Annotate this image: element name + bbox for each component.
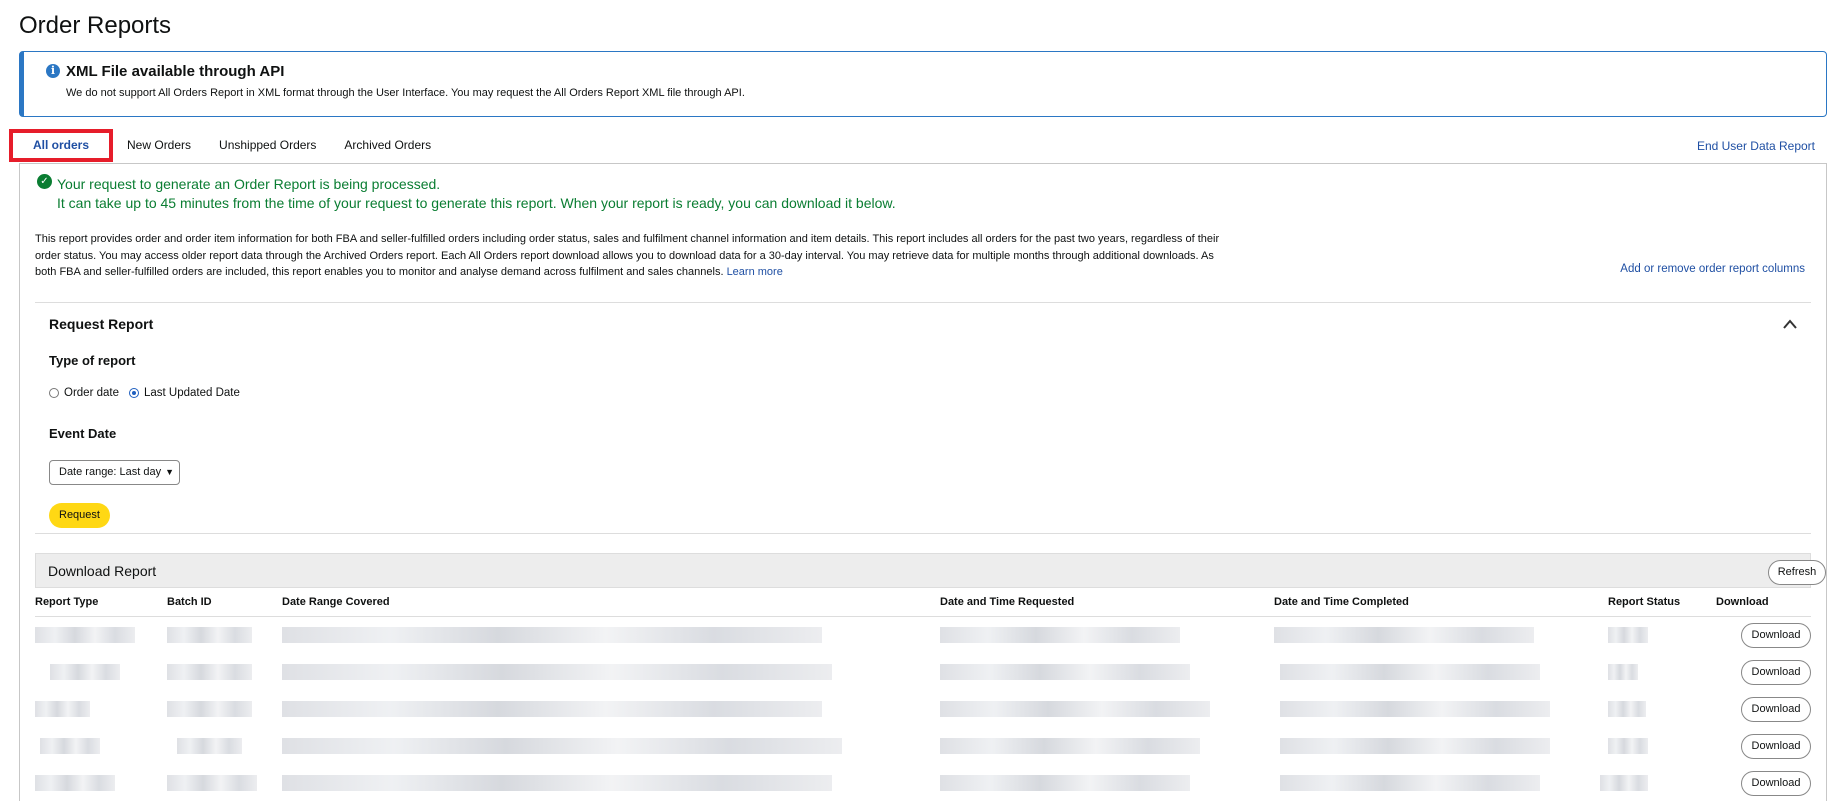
report-description-text: This report provides order and order ite…: [35, 233, 1220, 278]
tab-new-orders[interactable]: New Orders: [113, 129, 205, 162]
redacted-cell: [1280, 775, 1540, 791]
learn-more-link[interactable]: Learn more: [727, 266, 783, 278]
tab-archived-orders[interactable]: Archived Orders: [330, 129, 445, 162]
add-remove-columns-link[interactable]: Add or remove order report columns: [1620, 263, 1805, 275]
redacted-cell: [1280, 664, 1540, 680]
download-button[interactable]: Download: [1741, 623, 1811, 648]
info-banner-text: We do not support All Orders Report in X…: [66, 87, 745, 99]
info-icon: i: [46, 64, 60, 78]
column-header-report-status: Report Status: [1608, 596, 1681, 608]
column-header-report-type: Report Type: [35, 596, 99, 608]
redacted-cell: [282, 664, 832, 680]
table-row: Download: [35, 617, 1811, 654]
redacted-cell: [282, 701, 822, 717]
redacted-cell: [940, 701, 1210, 717]
redacted-cell: [940, 775, 1190, 791]
table-row: Download: [35, 654, 1811, 691]
report-description: This report provides order and order ite…: [35, 231, 1225, 281]
redacted-cell: [1608, 664, 1638, 680]
type-of-report-label: Type of report: [49, 353, 136, 368]
redacted-cell: [1280, 701, 1550, 717]
report-tabs: All orders New Orders Unshipped Orders A…: [9, 129, 445, 162]
redacted-cell: [1280, 738, 1550, 754]
redacted-cell: [1608, 701, 1646, 717]
redacted-cell: [167, 627, 252, 643]
chevron-up-icon[interactable]: [1781, 316, 1799, 332]
event-date-label: Event Date: [49, 426, 117, 441]
all-orders-panel: ✓ Your request to generate an Order Repo…: [19, 163, 1827, 801]
redacted-cell: [167, 664, 252, 680]
success-message-line2: It can take up to 45 minutes from the ti…: [57, 195, 896, 211]
tab-all-orders[interactable]: All orders: [9, 129, 114, 162]
column-header-date-completed: Date and Time Completed: [1274, 596, 1409, 608]
radio-last-updated-date-label: Last Updated Date: [143, 387, 240, 399]
table-row: Download: [35, 765, 1811, 801]
redacted-cell: [177, 738, 242, 754]
column-header-download: Download: [1716, 596, 1769, 608]
page-title: Order Reports: [19, 12, 172, 39]
table-row: Download: [35, 728, 1811, 765]
radio-last-updated-date[interactable]: Last Updated Date: [128, 387, 240, 399]
download-button[interactable]: Download: [1741, 697, 1811, 722]
request-report-title: Request Report: [49, 316, 154, 332]
redacted-cell: [167, 775, 257, 791]
check-circle-icon: ✓: [37, 174, 52, 189]
dropdown-caret-icon: ▼: [165, 467, 174, 477]
redacted-cell: [35, 775, 115, 791]
redacted-cell: [167, 701, 252, 717]
redacted-cell: [35, 701, 90, 717]
redacted-cell: [1608, 738, 1648, 754]
info-banner-title: XML File available through API: [66, 63, 285, 80]
redacted-cell: [1608, 627, 1648, 643]
tab-unshipped-orders[interactable]: Unshipped Orders: [205, 129, 330, 162]
redacted-cell: [35, 627, 135, 643]
request-report-section: Request Report Type of report Order date…: [35, 302, 1811, 534]
radio-last-updated-date-control[interactable]: [128, 388, 139, 398]
request-button[interactable]: Request: [49, 503, 110, 528]
download-button[interactable]: Download: [1741, 734, 1811, 759]
download-report-header: Download Report: [35, 553, 1811, 588]
redacted-cell: [940, 738, 1200, 754]
redacted-cell: [1274, 627, 1534, 643]
date-range-select[interactable]: Date range: Last day ▼: [49, 460, 180, 485]
column-header-batch-id: Batch ID: [167, 596, 212, 608]
xml-info-banner: i XML File available through API We do n…: [19, 51, 1827, 117]
redacted-cell: [282, 627, 822, 643]
redacted-cell: [50, 664, 120, 680]
column-header-date-requested: Date and Time Requested: [940, 596, 1075, 608]
radio-order-date[interactable]: Order date: [49, 387, 119, 399]
column-header-date-range: Date Range Covered: [282, 596, 390, 608]
end-user-data-report-link[interactable]: End User Data Report: [1697, 139, 1815, 153]
download-report-title: Download Report: [48, 563, 157, 579]
radio-order-date-label: Order date: [64, 387, 119, 399]
table-row: Download: [35, 691, 1811, 728]
download-button[interactable]: Download: [1741, 771, 1811, 796]
refresh-button[interactable]: Refresh: [1768, 560, 1826, 585]
redacted-cell: [940, 627, 1180, 643]
redacted-cell: [1600, 775, 1648, 791]
redacted-cell: [940, 664, 1190, 680]
report-type-radio-group: Order date Last Updated Date: [49, 387, 250, 399]
download-button[interactable]: Download: [1741, 660, 1811, 685]
redacted-cell: [282, 738, 842, 754]
redacted-cell: [282, 775, 832, 791]
radio-order-date-control[interactable]: [49, 388, 59, 398]
date-range-value: Date range: Last day: [59, 466, 162, 478]
redacted-cell: [40, 738, 100, 754]
success-message-line1: Your request to generate an Order Report…: [57, 176, 441, 192]
